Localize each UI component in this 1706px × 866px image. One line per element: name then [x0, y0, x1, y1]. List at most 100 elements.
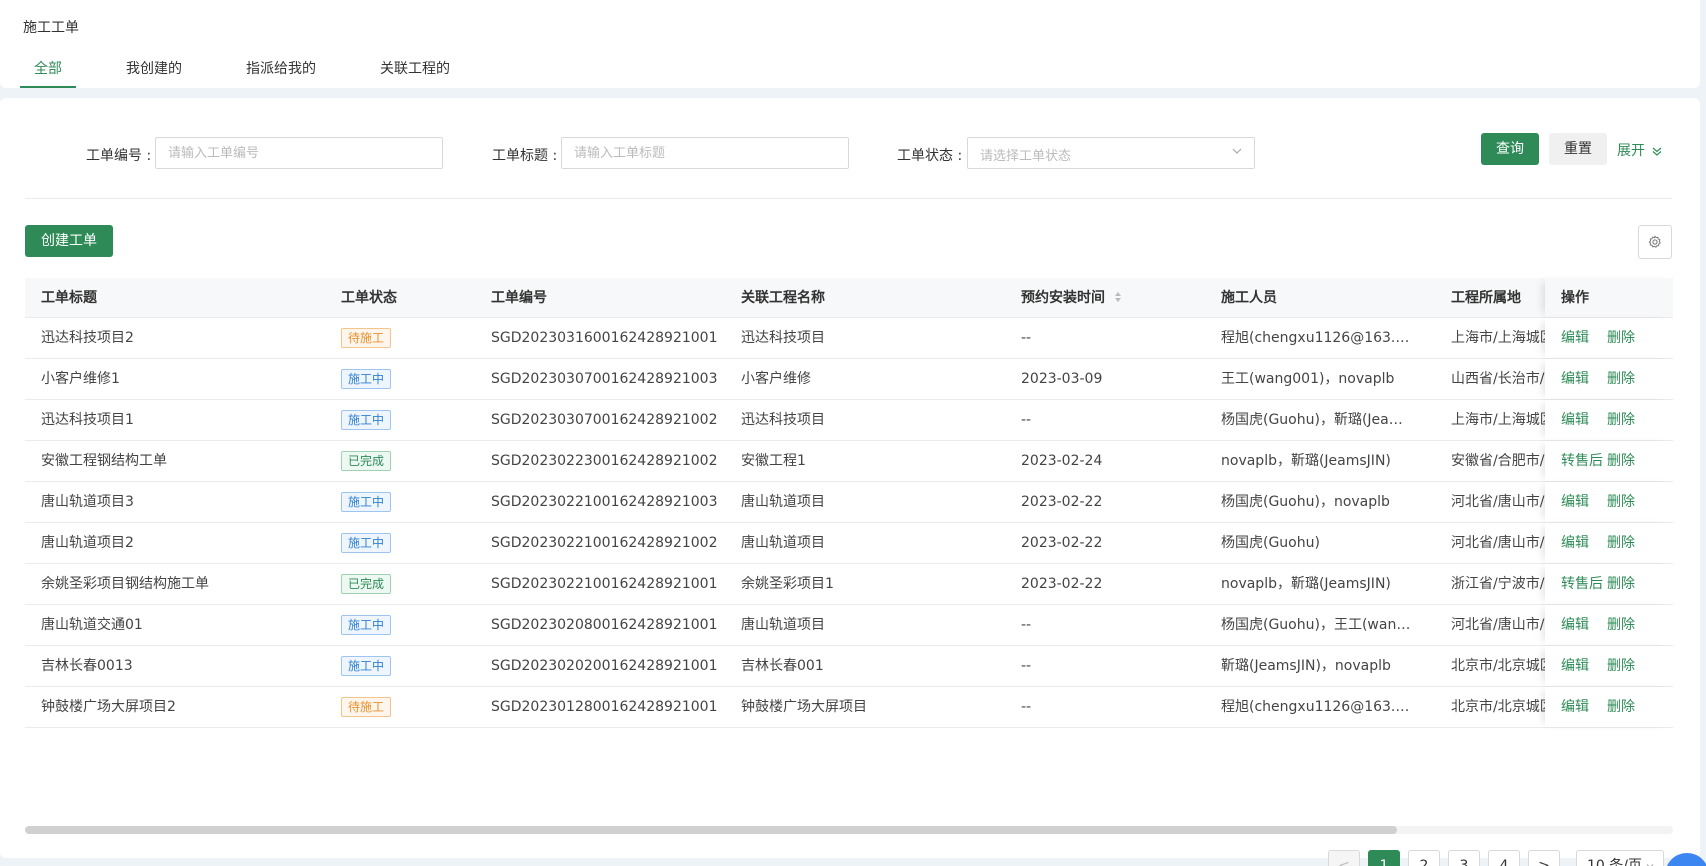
cell-install-time: --	[1021, 699, 1032, 715]
actions-wrap: 编辑 删除	[1561, 482, 1671, 522]
table-row: 钟鼓楼广场大屏项目2 待施工 SGD2023012800162428921001 钟鼓…	[25, 687, 1673, 728]
delete-link[interactable]: 删除	[1607, 453, 1635, 469]
cell-install-time: --	[1021, 412, 1032, 428]
status-badge: 已完成	[341, 574, 392, 594]
cell-number: SGD2023030700162428921002	[491, 412, 718, 428]
order-status-label: 工单状态 :	[897, 148, 963, 164]
page-3-button[interactable]: 3	[1448, 850, 1480, 866]
cell-location: 河北省/唐山市/	[1451, 535, 1545, 551]
cell-install-time: --	[1021, 658, 1032, 674]
order-no-input[interactable]	[155, 137, 443, 169]
cell-install-time: 2023-02-22	[1021, 494, 1103, 510]
table-row: 小客户维修1 施工中 SGD2023030700162428921003 小客户维修 2…	[25, 359, 1673, 400]
cell-workers: 杨国虎(Guohu)，novaplb	[1221, 494, 1390, 510]
cell-status: 施工中	[341, 605, 471, 645]
next-page-button[interactable]: >	[1528, 850, 1560, 866]
cell-number: SGD2023022100162428921001	[491, 576, 718, 592]
delete-link[interactable]: 删除	[1607, 371, 1635, 387]
cell-workers: 程旭(chengxu1126@163.com)	[1221, 330, 1416, 346]
cell-workers: 杨国虎(Guohu)，靳璐(JeamsJIN)	[1221, 412, 1416, 428]
edit-link[interactable]: 编辑	[1561, 494, 1589, 510]
actions-wrap: 编辑 删除	[1561, 318, 1671, 358]
cell-project: 迅达科技项目	[741, 330, 825, 346]
page-4-button[interactable]: 4	[1488, 850, 1520, 866]
delete-link[interactable]: 删除	[1607, 412, 1635, 428]
edit-link[interactable]: 编辑	[1561, 699, 1589, 715]
order-no-label: 工单编号 :	[86, 148, 152, 164]
cell-location: 山西省/长治市/	[1451, 371, 1545, 387]
customer-support-button[interactable]	[1665, 853, 1706, 866]
col-install-time[interactable]: 预约安装时间	[1021, 278, 1122, 318]
delete-link[interactable]: 删除	[1607, 535, 1635, 551]
cell-workers: 杨国虎(Guohu)，王工(wang001)	[1221, 617, 1416, 633]
order-title-input[interactable]	[561, 137, 849, 169]
chevron-down-icon	[1646, 864, 1654, 866]
order-status-placeholder: 请选择工单状态	[980, 149, 1072, 164]
after-sales-link[interactable]: 转售后	[1561, 453, 1603, 469]
cell-workers: 程旭(chengxu1126@163.com)	[1221, 699, 1416, 715]
page-size-select[interactable]: 10 条/页	[1576, 850, 1664, 866]
delete-link[interactable]: 删除	[1607, 494, 1635, 510]
table-row: 唐山轨道交通01 施工中 SGD2023020800162428921001 唐山轨道…	[25, 605, 1673, 646]
cell-location: 上海市/上海城区	[1451, 330, 1545, 346]
actions-wrap: 转售后 删除	[1561, 441, 1671, 481]
actions-wrap: 编辑 删除	[1561, 646, 1671, 686]
cell-location: 北京市/北京城区	[1451, 699, 1545, 715]
cell-install-time: 2023-02-22	[1021, 535, 1103, 551]
create-order-button[interactable]: 创建工单	[25, 225, 113, 257]
sort-icon[interactable]	[1114, 291, 1122, 303]
cell-actions: 编辑 删除	[1545, 318, 1673, 358]
edit-link[interactable]: 编辑	[1561, 371, 1589, 387]
edit-link[interactable]: 编辑	[1561, 658, 1589, 674]
horizontal-scrollbar[interactable]	[25, 826, 1673, 834]
col-status: 工单状态	[341, 290, 397, 306]
page-1-button[interactable]: 1	[1368, 850, 1400, 866]
delete-link[interactable]: 删除	[1607, 330, 1635, 346]
reset-button[interactable]: 重置	[1549, 133, 1607, 165]
query-button[interactable]: 查询	[1481, 133, 1539, 165]
delete-link[interactable]: 删除	[1607, 699, 1635, 715]
edit-link[interactable]: 编辑	[1561, 617, 1589, 633]
col-install-time-label: 预约安装时间	[1021, 290, 1105, 306]
cell-title: 小客户维修1	[41, 371, 120, 387]
edit-link[interactable]: 编辑	[1561, 535, 1589, 551]
delete-link[interactable]: 删除	[1607, 576, 1635, 592]
delete-link[interactable]: 删除	[1607, 658, 1635, 674]
edit-link[interactable]: 编辑	[1561, 412, 1589, 428]
cell-actions: 编辑 删除	[1545, 646, 1673, 686]
double-chevron-down-icon	[1653, 147, 1662, 156]
after-sales-link[interactable]: 转售后	[1561, 576, 1603, 592]
order-status-select[interactable]: 请选择工单状态	[967, 137, 1255, 169]
cell-actions: 转售后 删除	[1545, 564, 1673, 604]
col-project: 关联工程名称	[741, 290, 825, 306]
tab-created-by-me[interactable]: 我创建的	[112, 58, 196, 88]
cell-status: 施工中	[341, 400, 471, 440]
delete-link[interactable]: 删除	[1607, 617, 1635, 633]
prev-page-button[interactable]: <	[1328, 850, 1360, 866]
expand-toggle[interactable]: 展开	[1617, 140, 1663, 160]
actions-wrap: 编辑 删除	[1561, 359, 1671, 399]
edit-link[interactable]: 编辑	[1561, 330, 1589, 346]
status-badge: 施工中	[341, 615, 392, 635]
tab-related-projects[interactable]: 关联工程的	[366, 58, 464, 88]
cell-title: 唐山轨道交通01	[41, 617, 143, 633]
header-card: 施工工单 全部 我创建的 指派给我的 关联工程的	[0, 0, 1700, 88]
cell-title: 余姚圣彩项目钢结构施工单	[41, 576, 209, 592]
column-settings-button[interactable]	[1638, 225, 1672, 259]
cell-status: 施工中	[341, 646, 471, 686]
cell-number: SGD2023022300162428921002	[491, 453, 718, 469]
scrollbar-thumb[interactable]	[25, 826, 1397, 834]
cell-workers: 王工(wang001)，novaplb	[1221, 371, 1395, 387]
cell-location: 河北省/唐山市/	[1451, 494, 1545, 510]
status-badge: 施工中	[341, 533, 392, 553]
cell-title: 唐山轨道项目2	[41, 535, 134, 551]
cell-title: 迅达科技项目2	[41, 330, 134, 346]
tab-assigned-to-me[interactable]: 指派给我的	[232, 58, 330, 88]
cell-status: 已完成	[341, 441, 471, 481]
col-actions-cell: 操作	[1545, 278, 1673, 317]
cell-status: 待施工	[341, 687, 471, 727]
status-badge: 施工中	[341, 410, 392, 430]
cell-install-time: --	[1021, 617, 1032, 633]
page-2-button[interactable]: 2	[1408, 850, 1440, 866]
tab-all[interactable]: 全部	[20, 58, 76, 88]
